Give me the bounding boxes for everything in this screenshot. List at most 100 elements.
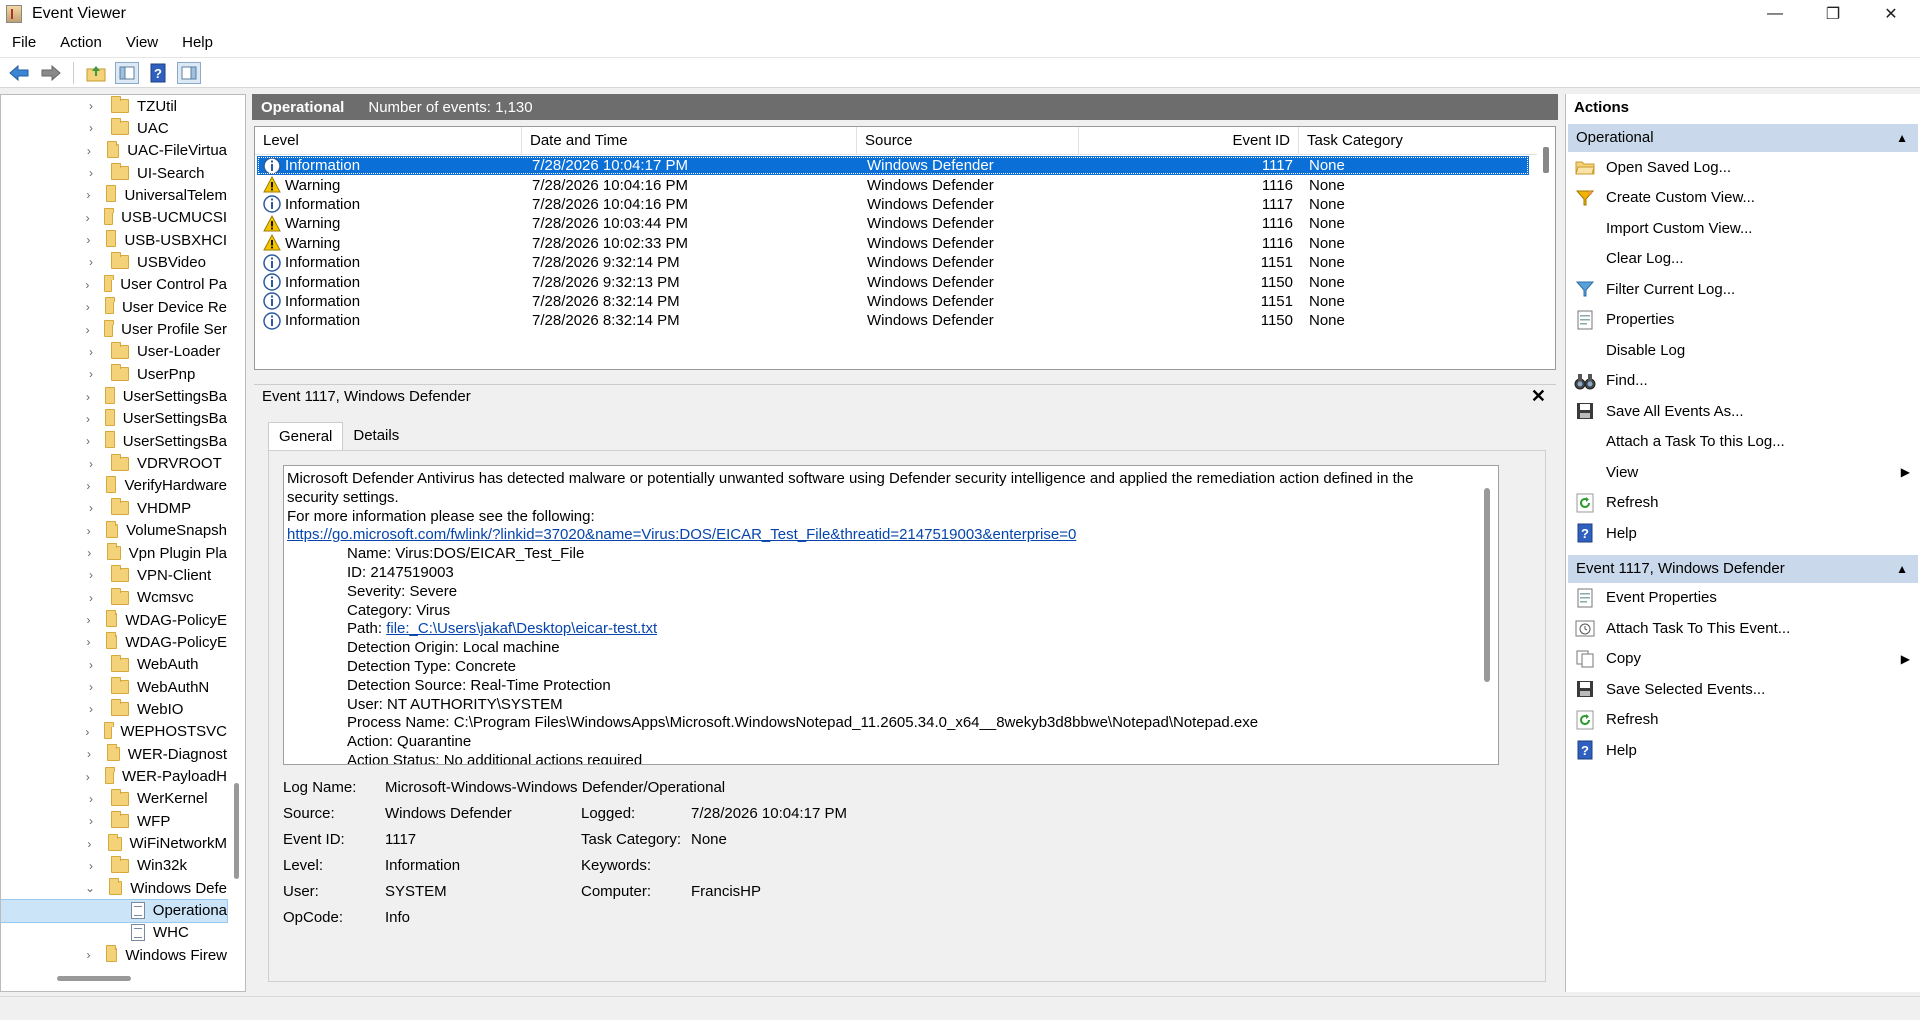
action-attach-task-to-this-event[interactable]: Attach Task To This Event... [1566, 613, 1920, 644]
close-detail-icon[interactable]: ✕ [1531, 386, 1546, 407]
tree-item[interactable]: › WebAuthN [1, 676, 227, 698]
action-find[interactable]: Find... [1566, 366, 1920, 397]
menu-file[interactable]: File [0, 34, 48, 51]
event-message-box[interactable]: Microsoft Defender Antivirus has detecte… [283, 465, 1499, 765]
tree-item[interactable]: › User Device Re [1, 296, 227, 318]
forward-button[interactable] [38, 61, 64, 85]
column-header-event-id[interactable]: Event ID [1079, 127, 1299, 155]
collapsed-chevron-icon[interactable]: › [85, 144, 93, 158]
collapsed-chevron-icon[interactable]: › [85, 390, 91, 404]
tree-item[interactable]: › UAC-FileVirtua [1, 140, 227, 162]
collapsed-chevron-icon[interactable]: › [85, 255, 97, 269]
tree-item[interactable]: › WebAuth [1, 654, 227, 676]
open-log-button[interactable] [83, 61, 109, 85]
column-header-task-category[interactable]: Task Category [1299, 127, 1499, 155]
event-list-scrollbar[interactable] [1543, 147, 1549, 173]
collapsed-chevron-icon[interactable]: › [85, 747, 93, 761]
action-event-properties[interactable]: Event Properties [1566, 583, 1920, 614]
tree-item[interactable]: › WDAG-PolicyE [1, 609, 227, 631]
tree-item[interactable]: › Wcmsvc [1, 587, 227, 609]
tree-item[interactable]: WHC [1, 922, 227, 944]
collapsed-chevron-icon[interactable]: › [85, 457, 97, 471]
collapsed-chevron-icon[interactable]: › [85, 121, 97, 135]
event-list[interactable]: Level Date and Time Source Event ID Task… [254, 126, 1556, 370]
collapsed-chevron-icon[interactable]: › [85, 591, 97, 605]
collapsed-chevron-icon[interactable]: › [85, 479, 92, 493]
message-scrollbar[interactable] [1484, 488, 1490, 682]
action-save-all-events-as[interactable]: Save All Events As... [1566, 396, 1920, 427]
collapsed-chevron-icon[interactable]: › [85, 323, 90, 337]
tree-item[interactable]: › USBVideo [1, 251, 227, 273]
event-row[interactable]: Information 7/28/2026 9:32:14 PM Windows D… [257, 253, 1529, 272]
tree-item[interactable]: › User Control Pa [1, 274, 227, 296]
tree-item[interactable]: › Windows Firew [1, 944, 227, 966]
tree-item[interactable]: › WDAG-PolicyE [1, 631, 227, 653]
close-window-button[interactable]: ✕ [1862, 0, 1920, 28]
event-row[interactable]: Warning 7/28/2026 10:03:44 PM Windows Defe… [257, 214, 1529, 233]
tree-item[interactable]: › Win32k [1, 855, 227, 877]
action-create-custom-view[interactable]: Create Custom View... [1566, 183, 1920, 214]
tree-item[interactable]: Operationa [1, 898, 228, 923]
collapsed-chevron-icon[interactable]: › [85, 278, 90, 292]
tree-item[interactable]: › VDRVROOT [1, 453, 227, 475]
action-view[interactable]: View ▶ [1566, 457, 1920, 488]
action-refresh[interactable]: Refresh [1566, 705, 1920, 736]
column-header-level[interactable]: Level [255, 127, 522, 155]
menu-view[interactable]: View [114, 34, 170, 51]
collapsed-chevron-icon[interactable]: › [85, 211, 90, 225]
restore-button[interactable]: ❐ [1804, 0, 1862, 28]
collapsed-chevron-icon[interactable]: › [85, 837, 94, 851]
expanded-chevron-icon[interactable]: ⌄ [85, 881, 95, 895]
collapsed-chevron-icon[interactable]: › [85, 814, 97, 828]
collapsed-chevron-icon[interactable]: › [85, 568, 97, 582]
collapsed-chevron-icon[interactable]: › [85, 412, 91, 426]
tree-item[interactable]: › UserPnp [1, 363, 227, 385]
collapsed-chevron-icon[interactable]: › [85, 948, 92, 962]
collapse-caret-icon[interactable]: ▲ [1896, 555, 1908, 583]
menu-help[interactable]: Help [170, 34, 225, 51]
event-row[interactable]: Information 7/28/2026 10:04:16 PM Windows … [257, 195, 1529, 214]
action-disable-log[interactable]: Disable Log [1566, 335, 1920, 366]
tree-item[interactable]: › Vpn Plugin Pla [1, 542, 227, 564]
action-help[interactable]: ? Help [1566, 735, 1920, 766]
tree-item[interactable]: › User Profile Ser [1, 319, 227, 341]
collapsed-chevron-icon[interactable]: › [85, 233, 92, 247]
actions-section-event[interactable]: Event 1117, Windows Defender ▲ [1568, 554, 1918, 583]
action-properties[interactable]: Properties [1566, 305, 1920, 336]
menu-action[interactable]: Action [48, 34, 114, 51]
tree-item[interactable]: › VHDMP [1, 497, 227, 519]
collapsed-chevron-icon[interactable]: › [85, 434, 91, 448]
action-import-custom-view[interactable]: Import Custom View... [1566, 213, 1920, 244]
tree-item[interactable]: ⌄ Windows Defe [1, 877, 227, 899]
tree-item[interactable]: › WerKernel [1, 788, 227, 810]
tree-item[interactable]: › UserSettingsBa [1, 430, 227, 452]
column-header-date[interactable]: Date and Time [522, 127, 857, 155]
action-help[interactable]: ? Help [1566, 518, 1920, 549]
collapsed-chevron-icon[interactable]: › [85, 792, 97, 806]
event-row[interactable]: Warning 7/28/2026 10:02:33 PM Windows Defe… [257, 234, 1529, 253]
tree-item[interactable]: › VerifyHardware [1, 475, 227, 497]
action-refresh[interactable]: Refresh [1566, 488, 1920, 519]
collapsed-chevron-icon[interactable]: › [85, 859, 97, 873]
tree-item[interactable]: › WiFiNetworkM [1, 833, 227, 855]
event-row[interactable]: Warning 7/28/2026 10:04:16 PM Windows Defe… [257, 175, 1529, 194]
action-save-selected-events[interactable]: Save Selected Events... [1566, 674, 1920, 705]
show-hide-action-pane-button[interactable] [177, 61, 201, 84]
tree-item[interactable]: › WFP [1, 810, 227, 832]
event-row[interactable]: Information 7/28/2026 8:32:14 PM Windows D… [257, 292, 1529, 311]
tree-item[interactable]: › User-Loader [1, 341, 227, 363]
back-button[interactable] [6, 61, 32, 85]
tree-item[interactable]: › USB-UCMUCSI [1, 207, 227, 229]
collapsed-chevron-icon[interactable]: › [85, 188, 92, 202]
threat-info-link[interactable]: https://go.microsoft.com/fwlink/?linkid=… [287, 526, 1076, 543]
tree-item[interactable]: › UserSettingsBa [1, 408, 227, 430]
collapsed-chevron-icon[interactable]: › [85, 635, 92, 649]
help-toolbar-button[interactable]: ? [145, 61, 171, 85]
file-path-link[interactable]: file:_C:\Users\jakaf\Desktop\eicar-test.… [386, 620, 657, 637]
tree-item[interactable]: › VolumeSnapsh [1, 520, 227, 542]
action-attach-a-task-to-this-log[interactable]: Attach a Task To this Log... [1566, 427, 1920, 458]
collapsed-chevron-icon[interactable]: › [85, 99, 97, 113]
action-copy[interactable]: Copy ▶ [1566, 644, 1920, 675]
collapsed-chevron-icon[interactable]: › [85, 770, 91, 784]
collapsed-chevron-icon[interactable]: › [85, 300, 91, 314]
